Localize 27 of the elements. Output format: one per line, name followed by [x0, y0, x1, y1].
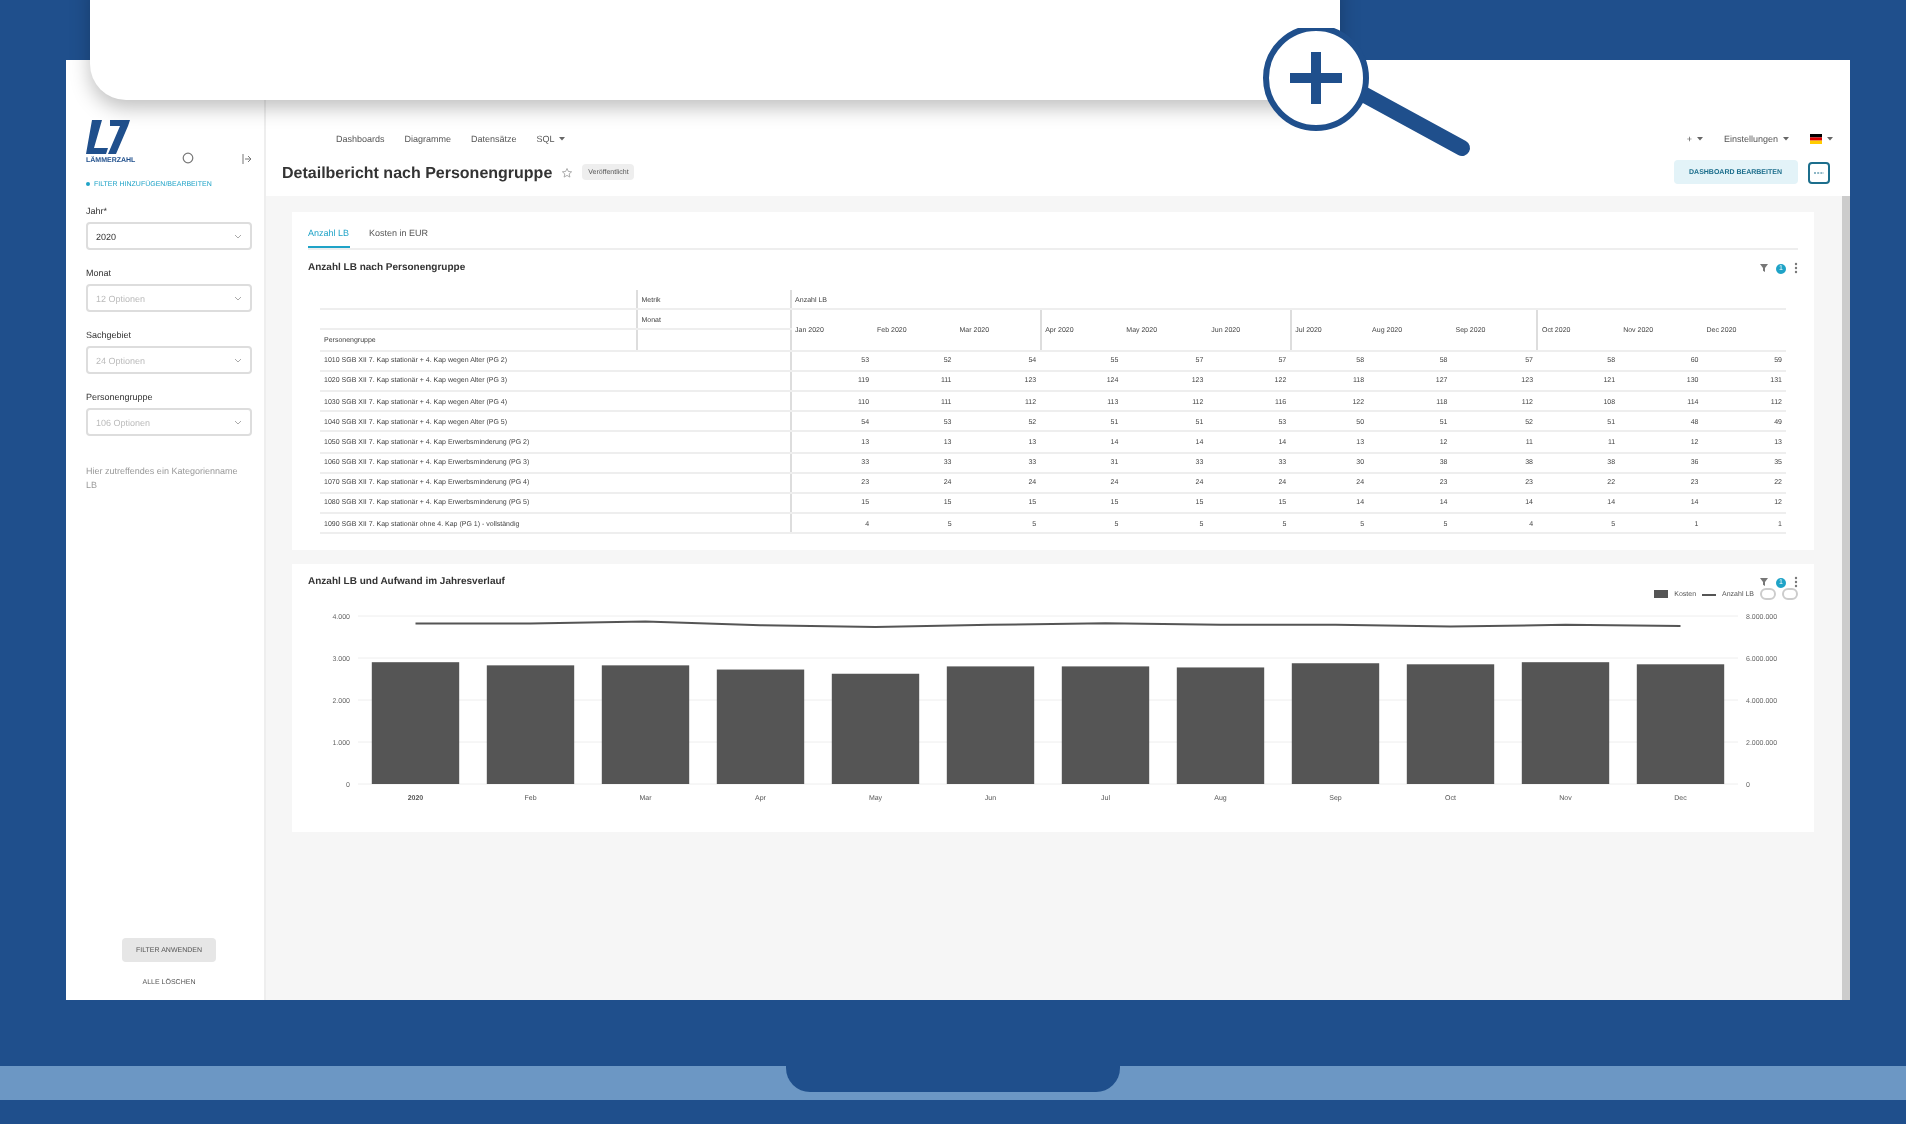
logo-icon [86, 120, 130, 156]
bar [1061, 666, 1150, 785]
settings-icon[interactable] [182, 152, 195, 164]
bar [1176, 667, 1265, 785]
bar [831, 674, 920, 785]
filter-icon[interactable] [1760, 578, 1768, 587]
filter-icon[interactable] [1760, 264, 1768, 272]
bar [1521, 662, 1610, 785]
star-icon[interactable] [562, 167, 573, 177]
bar [371, 662, 460, 785]
collapse-icon[interactable] [241, 154, 252, 164]
caret-icon [558, 136, 567, 142]
bar [946, 666, 1035, 785]
caret-icon [1826, 136, 1834, 142]
flag-icon[interactable] [1810, 134, 1822, 144]
bar [1636, 664, 1725, 785]
bar [601, 665, 690, 785]
caret-icon [1782, 136, 1790, 142]
bar [716, 670, 805, 785]
bar [1291, 663, 1380, 785]
bar [1406, 664, 1495, 785]
legend-swatch [1654, 590, 1669, 599]
legend-line [1702, 593, 1717, 596]
caret-icon [1695, 136, 1704, 142]
page-title: Detailbericht nach Personengruppe [282, 163, 553, 181]
bar [486, 665, 575, 785]
more-button[interactable] [1808, 161, 1830, 183]
